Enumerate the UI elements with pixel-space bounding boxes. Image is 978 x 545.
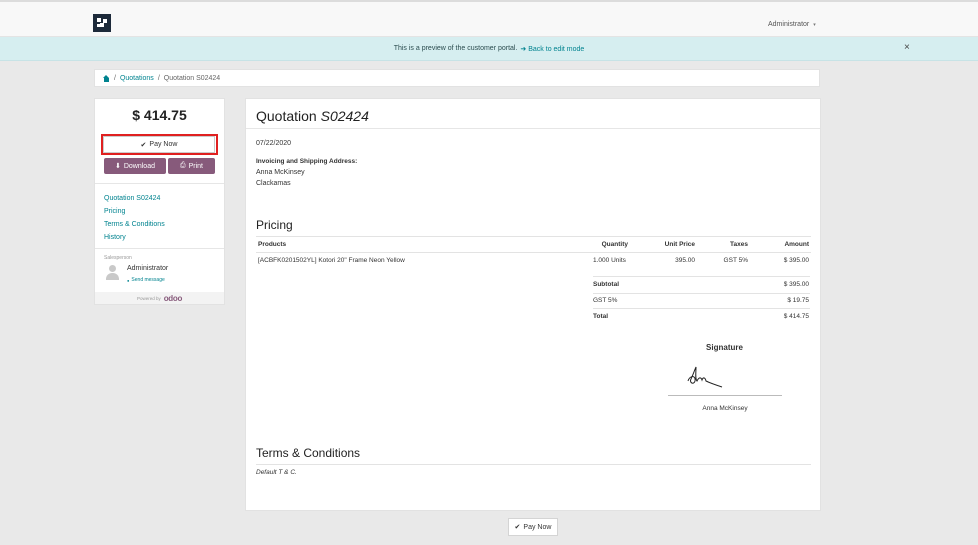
back-to-edit-link[interactable]: ➜ Back to edit mode (520, 45, 584, 53)
divider (95, 183, 224, 184)
signer-name: Anna McKinsey (702, 405, 748, 412)
odoo-logo[interactable]: odoo (164, 294, 183, 303)
quotation-document: Quotation S02424 07/22/2020 Invoicing an… (245, 98, 821, 511)
address-line: Anna McKinsey (256, 169, 305, 176)
divider (256, 464, 811, 465)
sidebar-nav: Quotation S02424 Pricing Terms & Conditi… (104, 192, 165, 244)
home-icon[interactable] (103, 74, 110, 82)
column-header-unit-price: Unit Price (664, 241, 695, 248)
check-icon: ✔ (514, 524, 521, 531)
chevron-down-icon: ▾ (813, 21, 816, 28)
sidebar-item-history[interactable]: History (104, 231, 165, 244)
download-label: Download (123, 162, 155, 170)
breadcrumb: / Quotations / Quotation S02424 (94, 69, 820, 87)
tax-value: $ 19.75 (787, 297, 809, 304)
breadcrumb-quotations[interactable]: Quotations (120, 75, 154, 82)
table-cell-product: [ACBFK0201502YL] Kotori 20" Frame Neon Y… (258, 257, 405, 264)
column-header-taxes: Taxes (730, 241, 748, 248)
divider (593, 308, 810, 309)
terms-heading: Terms & Conditions (256, 446, 361, 460)
signature-image (687, 366, 723, 388)
breadcrumb-current: Quotation S02424 (163, 74, 221, 82)
user-menu-label: Administrator (768, 21, 810, 28)
divider (593, 293, 810, 294)
column-header-products: Products (258, 241, 287, 248)
sidebar: $ 414.75 ✔ Pay Now ⬇ Download ⎙ Print Qu… (94, 98, 225, 305)
divider (256, 252, 811, 253)
breadcrumb-separator: / (114, 74, 116, 82)
total-value: $ 414.75 (783, 313, 809, 320)
pricing-heading: Pricing (256, 218, 293, 232)
print-icon: ⎙ (179, 162, 186, 169)
company-logo[interactable] (93, 14, 111, 32)
page-title: Quotation S02424 (256, 108, 369, 124)
preview-banner: This is a preview of the customer portal… (0, 37, 978, 61)
user-menu-dropdown[interactable]: Administrator ▾ (768, 21, 816, 28)
pay-now-label: Pay Now (149, 141, 178, 148)
sidebar-item-pricing[interactable]: Pricing (104, 205, 165, 218)
table-cell-quantity: 1.000 Units (593, 257, 626, 264)
preview-banner-text: This is a preview of the customer portal… (393, 45, 518, 52)
address-label: Invoicing and Shipping Address: (256, 158, 358, 165)
check-icon: ✔ (140, 141, 147, 149)
column-header-amount: Amount (784, 241, 809, 248)
send-message-link[interactable]: ● Send message (127, 277, 165, 283)
download-icon: ⬇ (114, 163, 121, 170)
logo-mark-icon (97, 18, 107, 28)
total-amount: $ 414.75 (132, 107, 187, 123)
print-label: Print (188, 162, 203, 170)
table-cell-unit-price: 395.00 (675, 257, 695, 264)
signature-heading: Signature (706, 343, 743, 352)
total-label: Total (593, 313, 609, 320)
top-navbar: Administrator ▾ (0, 0, 978, 37)
pay-now-button[interactable]: ✔ Pay Now (103, 136, 215, 153)
breadcrumb-separator: / (157, 74, 160, 82)
print-button[interactable]: ⎙ Print (168, 158, 215, 174)
signature-line (668, 395, 782, 396)
address-line: Clackamas (256, 180, 291, 187)
salesperson-label: Salesperson (104, 255, 132, 261)
tax-label: GST 5% (593, 297, 618, 304)
back-to-edit-label: Back to edit mode (528, 45, 585, 53)
sidebar-item-quotation[interactable]: Quotation S02424 (104, 192, 165, 205)
title-number: S02424 (320, 108, 369, 124)
avatar (106, 265, 119, 280)
download-button[interactable]: ⬇ Download (104, 158, 166, 174)
powered-by-label: Powered by (136, 295, 161, 301)
table-cell-amount: $ 395.00 (783, 257, 809, 264)
pay-now-bottom-label: Pay Now (523, 523, 552, 531)
send-message-label: Send message (131, 277, 165, 283)
arrow-right-icon: ➜ (520, 45, 527, 53)
divider (256, 236, 811, 237)
pay-now-bottom-button[interactable]: ✔ Pay Now (508, 518, 558, 536)
powered-by: Powered by odoo (95, 292, 224, 304)
divider (95, 248, 224, 249)
terms-text: Default T & C. (256, 469, 297, 476)
close-icon[interactable]: × (904, 42, 910, 53)
subtotal-label: Subtotal (593, 281, 619, 288)
divider (593, 276, 810, 277)
salesperson-name: Administrator (127, 265, 169, 272)
title-prefix: Quotation (256, 108, 317, 124)
quotation-date: 07/22/2020 (256, 140, 292, 147)
sidebar-item-terms[interactable]: Terms & Conditions (104, 218, 165, 231)
column-header-quantity: Quantity (601, 241, 628, 248)
subtotal-value: $ 395.00 (783, 281, 809, 288)
chat-icon: ● (127, 277, 130, 283)
table-cell-taxes: GST 5% (723, 257, 748, 264)
divider (246, 128, 820, 129)
